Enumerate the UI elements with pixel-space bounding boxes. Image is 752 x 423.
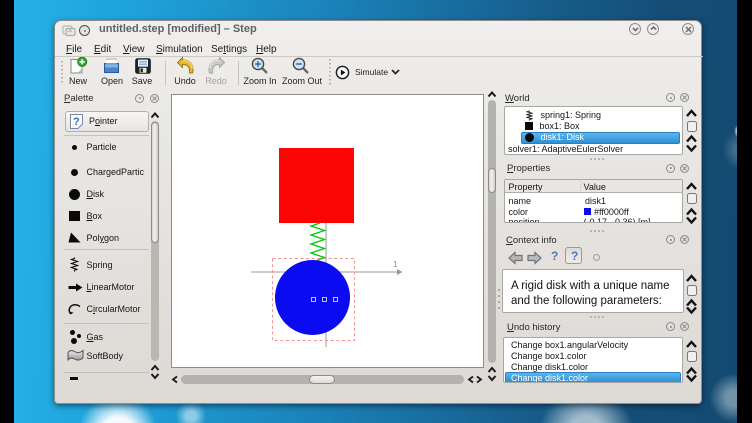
svg-text:1: 1 [393,260,398,269]
svg-text:?: ? [73,116,80,128]
